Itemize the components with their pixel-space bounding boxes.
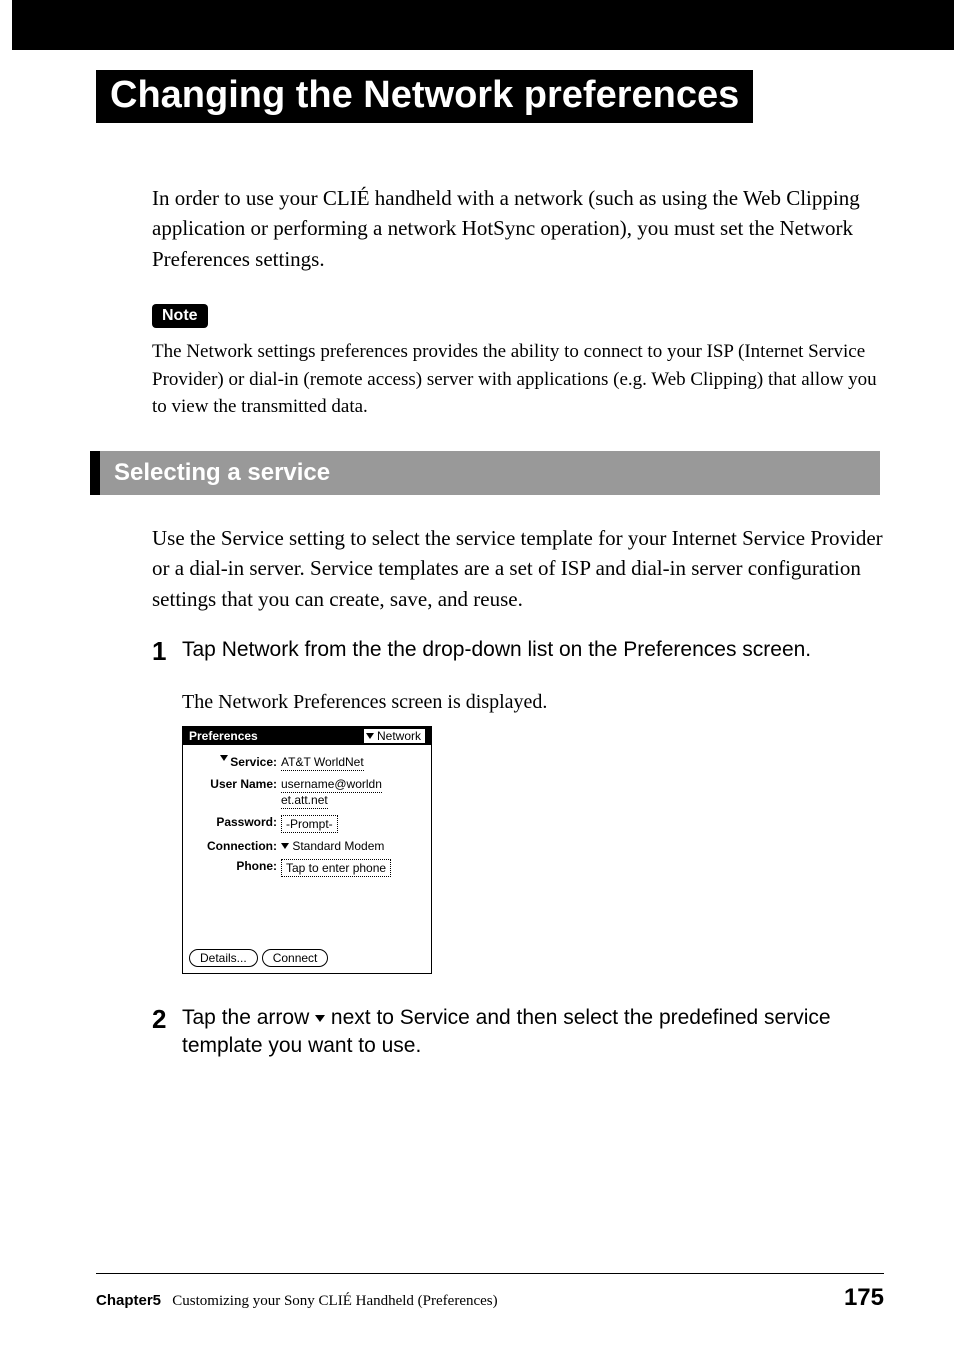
palm-header-category: Network (377, 729, 421, 743)
page-footer: Chapter5 Customizing your Sony CLIÉ Hand… (96, 1273, 884, 1312)
step-title: Tap Network from the the drop-down list … (182, 636, 882, 664)
chapter-title: Customizing your Sony CLIÉ Handheld (Pre… (172, 1293, 497, 1309)
top-black-bar (0, 0, 954, 50)
section-heading: Selecting a service (90, 451, 880, 495)
username-value-line1[interactable]: username@worldn (281, 777, 382, 793)
chevron-down-icon (366, 733, 374, 739)
step-number: 1 (152, 636, 178, 667)
step-title: Tap the arrow next to Service and then s… (182, 1004, 882, 1061)
password-label: Password: (191, 815, 281, 833)
password-value[interactable]: -Prompt- (281, 815, 338, 833)
palm-body: Service: AT&T WorldNet User Name: userna… (183, 745, 431, 889)
section-intro: Use the Service setting to select the se… (152, 523, 884, 614)
details-button[interactable]: Details... (189, 949, 258, 967)
service-value[interactable]: AT&T WorldNet (281, 755, 364, 771)
step-subtext: The Network Preferences screen is displa… (182, 691, 884, 714)
page-number: 175 (844, 1284, 884, 1312)
connect-button[interactable]: Connect (262, 949, 329, 967)
service-label: Service: (191, 755, 281, 771)
palm-screenshot: Preferences Network Service: AT&T WorldN… (182, 726, 432, 974)
chevron-down-icon (281, 843, 289, 849)
palm-header-dropdown[interactable]: Network (364, 729, 425, 743)
step-2: 2 Tap the arrow next to Service and then… (152, 1004, 884, 1067)
phone-value[interactable]: Tap to enter phone (281, 859, 391, 877)
chapter-label: Chapter5 (96, 1292, 161, 1309)
chevron-down-icon[interactable] (220, 755, 228, 761)
palm-header: Preferences Network (183, 727, 431, 745)
step-1: 1 Tap Network from the the drop-down lis… (152, 636, 884, 670)
connection-label: Connection: (191, 839, 281, 853)
note-text: The Network settings preferences provide… (152, 338, 884, 421)
username-label: User Name: (191, 777, 281, 809)
step-number: 2 (152, 1004, 178, 1035)
page-title: Changing the Network preferences (96, 70, 753, 123)
palm-header-title: Preferences (189, 729, 258, 743)
phone-label: Phone: (191, 859, 281, 877)
username-value-line2[interactable]: et.att.net (281, 793, 328, 809)
page-content: Changing the Network preferences In orde… (0, 50, 954, 1066)
connection-value[interactable]: Standard Modem (281, 839, 423, 853)
intro-paragraph: In order to use your CLIÉ handheld with … (152, 183, 884, 274)
chevron-down-icon (315, 1015, 325, 1022)
note-badge: Note (152, 304, 208, 328)
